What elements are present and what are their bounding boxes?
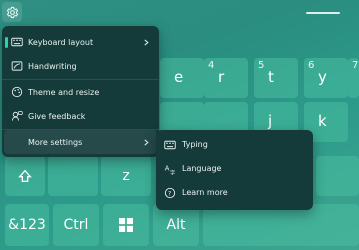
- keyboard-top-bar: [0, 0, 359, 28]
- keyboard-icon: [11, 37, 23, 47]
- key-u[interactable]: 7: [348, 58, 359, 98]
- submenu-item-label: Typing: [182, 140, 208, 149]
- space-key[interactable]: [203, 204, 359, 246]
- alt-key[interactable]: Alt: [153, 204, 199, 246]
- submenu-item-typing[interactable]: Typing: [156, 134, 313, 156]
- key-e[interactable]: e: [160, 58, 204, 98]
- menu-item-theme-and-resize[interactable]: Theme and resize: [2, 80, 159, 104]
- pen-icon: [11, 61, 23, 71]
- key-sub-label: 6: [308, 60, 315, 71]
- key-label: e: [174, 68, 184, 86]
- menu-item-keyboard-layout[interactable]: Keyboard layout: [2, 30, 159, 54]
- windows-key[interactable]: [103, 204, 149, 246]
- backspace-key[interactable]: [316, 156, 359, 196]
- keyboard-icon: [164, 140, 176, 150]
- key-z[interactable]: z: [101, 156, 151, 196]
- key-label: k: [318, 112, 327, 130]
- svg-text:A: A: [165, 165, 170, 173]
- palette-icon: [11, 86, 23, 98]
- windows-icon: [119, 218, 133, 232]
- key-a[interactable]: [48, 156, 98, 196]
- menu-item-more-settings[interactable]: More settings: [2, 130, 159, 154]
- key-label: r: [218, 68, 225, 86]
- submenu-item-language[interactable]: A 字 Language: [156, 158, 313, 180]
- language-icon: A 字: [165, 165, 176, 176]
- key-label: j: [268, 112, 273, 130]
- chevron-right-icon: [144, 38, 149, 46]
- ctrl-key[interactable]: Ctrl: [53, 204, 99, 246]
- chevron-right-icon: [144, 138, 149, 146]
- feedback-icon: [12, 111, 23, 121]
- key-label: z: [122, 168, 130, 184]
- more-settings-submenu: Typing A 字 Language ? Learn more: [156, 130, 313, 210]
- key-label: y: [318, 68, 327, 86]
- shift-icon: [18, 169, 32, 182]
- help-icon: ?: [164, 187, 176, 199]
- key-label: &123: [8, 217, 46, 233]
- submenu-item-learn-more[interactable]: ? Learn more: [156, 182, 313, 204]
- key-sub-label: 7: [352, 60, 359, 71]
- key-label: Ctrl: [63, 217, 89, 233]
- menu-item-label: Theme and resize: [28, 87, 100, 97]
- key-t[interactable]: 5 t: [254, 58, 298, 98]
- key-y[interactable]: 6 y: [304, 58, 348, 98]
- key-label: t: [268, 68, 274, 86]
- svg-text:?: ?: [168, 190, 171, 197]
- key-sub-label: 5: [258, 60, 265, 71]
- menu-item-give-feedback[interactable]: Give feedback: [2, 104, 159, 128]
- submenu-item-label: Learn more: [182, 188, 228, 197]
- menu-item-label: Keyboard layout: [28, 37, 94, 47]
- numbers-key[interactable]: &123: [5, 204, 49, 246]
- svg-text:字: 字: [170, 168, 175, 175]
- settings-button[interactable]: [2, 2, 22, 22]
- menu-item-handwriting[interactable]: Handwriting: [2, 54, 159, 78]
- key-label: Alt: [166, 217, 186, 233]
- settings-menu: Keyboard layout Handwriting Theme and re…: [2, 26, 159, 157]
- key-r[interactable]: 4 r: [204, 58, 248, 98]
- key-sub-label: 4: [208, 60, 215, 71]
- menu-item-label: Give feedback: [28, 111, 86, 121]
- selected-indicator: [5, 37, 8, 48]
- menu-item-label: Handwriting: [28, 61, 77, 71]
- shift-key[interactable]: [5, 156, 45, 196]
- gear-icon: [6, 6, 18, 18]
- submenu-item-label: Language: [182, 164, 222, 173]
- drag-handle[interactable]: [306, 12, 340, 14]
- menu-item-label: More settings: [28, 137, 83, 147]
